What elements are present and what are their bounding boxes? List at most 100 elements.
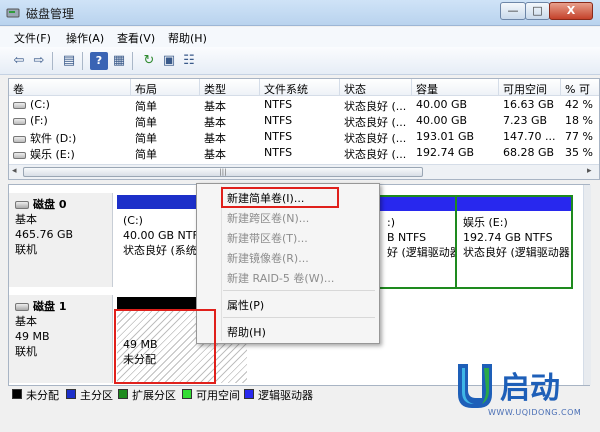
- rescan-icon[interactable]: ▣: [160, 52, 178, 70]
- partition-e[interactable]: 娱乐 (E:) 192.74 GB NTFS 状态良好 (逻辑驱动器: [455, 195, 573, 289]
- cell-capacity: 193.01 GB: [416, 130, 475, 143]
- disk-0-label[interactable]: 磁盘 0 基本 465.76 GB 联机: [9, 193, 113, 287]
- menu-item-help[interactable]: 帮助(H): [227, 324, 266, 340]
- volume-name: 娱乐 (E:): [30, 148, 75, 161]
- table-row[interactable]: 软件 (D:): [9, 129, 131, 145]
- cell-type: 基本: [204, 116, 226, 129]
- menu-help[interactable]: 帮助(H): [168, 30, 207, 46]
- cell-status: 状态良好 (...: [344, 116, 407, 129]
- menu-item-new-mirrored-volume[interactable]: 新建镜像卷(R)...: [227, 250, 309, 266]
- vertical-scrollbar[interactable]: [583, 185, 591, 385]
- partition-status: 状态良好 (逻辑驱动器: [463, 246, 570, 259]
- disk-size: 49 MB: [15, 330, 50, 343]
- cell-status: 状态良好 (...: [344, 148, 407, 161]
- partition-label: (C:): [123, 214, 143, 227]
- column-header-volume[interactable]: 卷: [9, 79, 131, 96]
- window-title: 磁盘管理: [26, 7, 75, 21]
- toolbar-separator: [52, 52, 53, 70]
- disk-icon: [15, 201, 29, 209]
- disk-icon: [15, 303, 29, 311]
- disk-type: 基本: [15, 213, 37, 226]
- column-header-type[interactable]: 类型: [200, 79, 260, 96]
- cell-status: 状态良好 (...: [344, 132, 407, 145]
- menu-item-properties[interactable]: 属性(P): [227, 297, 264, 313]
- column-header-percent-free[interactable]: % 可: [561, 79, 599, 96]
- column-header-free-space[interactable]: 可用空间: [499, 79, 561, 96]
- cell-free-space: 16.63 GB: [503, 98, 555, 111]
- partition-detail: B NTFS: [387, 231, 427, 244]
- show-hide-tree-icon[interactable]: ▤: [60, 52, 78, 70]
- maximize-button[interactable]: □: [525, 2, 550, 20]
- refresh-icon[interactable]: ↻: [140, 52, 158, 70]
- volume-name: (F:): [30, 114, 48, 127]
- partition-label: :): [387, 216, 395, 229]
- help-icon[interactable]: ?: [90, 52, 108, 70]
- logical-drive-bar: [457, 197, 571, 211]
- volume-name: 软件 (D:): [30, 132, 77, 145]
- horizontal-scrollbar[interactable]: ◂ ||| ▸: [9, 164, 599, 179]
- cell-percent-free: 18 %: [565, 114, 593, 127]
- menu-item-new-striped-volume[interactable]: 新建带区卷(T)...: [227, 230, 308, 246]
- toolbar-separator: [132, 52, 133, 70]
- disk-size: 465.76 GB: [15, 228, 74, 241]
- back-icon[interactable]: ⇦: [10, 52, 28, 70]
- cell-percent-free: 35 %: [565, 146, 593, 159]
- legend-label: 未分配: [26, 389, 59, 402]
- legend-swatch-primary: [66, 389, 76, 399]
- settings-icon[interactable]: ☷: [180, 52, 198, 70]
- disk-1-label[interactable]: 磁盘 1 基本 49 MB 联机: [9, 295, 113, 383]
- legend-label: 可用空间: [196, 389, 240, 402]
- scroll-left-arrow-icon[interactable]: ◂: [12, 166, 17, 176]
- disk-status: 联机: [15, 345, 37, 358]
- drive-icon: [13, 101, 26, 109]
- table-row[interactable]: (C:): [9, 97, 131, 113]
- partition-detail: 192.74 GB NTFS: [463, 231, 553, 244]
- column-header-status[interactable]: 状态: [340, 79, 412, 96]
- table-row[interactable]: 娱乐 (E:): [9, 145, 131, 161]
- cell-layout: 简单: [135, 148, 157, 161]
- menu-item-new-raid5-volume[interactable]: 新建 RAID-5 卷(W)...: [227, 270, 334, 286]
- toolbar-separator: [82, 52, 83, 70]
- scrollbar-thumb[interactable]: |||: [23, 167, 423, 177]
- disk-type: 基本: [15, 315, 37, 328]
- properties-icon[interactable]: ▦: [110, 52, 128, 70]
- menu-item-new-spanned-volume[interactable]: 新建跨区卷(N)...: [227, 210, 309, 226]
- disk-status: 联机: [15, 243, 37, 256]
- cell-free-space: 7.23 GB: [503, 114, 548, 127]
- column-header-layout[interactable]: 布局: [131, 79, 200, 96]
- close-button[interactable]: X: [549, 2, 593, 20]
- cell-percent-free: 42 %: [565, 98, 593, 111]
- legend-label: 扩展分区: [132, 389, 176, 402]
- highlight-new-simple-volume: [221, 187, 339, 208]
- cell-filesystem: NTFS: [264, 130, 293, 143]
- toolbar: ⇦ ⇨ ▤ ? ▦ ↻ ▣ ☷: [0, 47, 600, 75]
- cell-filesystem: NTFS: [264, 114, 293, 127]
- title-bar: 磁盘管理 — □ X: [0, 0, 600, 26]
- drive-icon: [13, 117, 26, 125]
- u-logo-icon: 启动: [458, 364, 560, 408]
- partition-status: 好 (逻辑驱动器: [387, 246, 457, 259]
- menu-file[interactable]: 文件(F): [14, 30, 51, 46]
- minimize-button[interactable]: —: [500, 2, 526, 20]
- partition-detail: 40.00 GB NTFS: [123, 229, 206, 242]
- cell-status: 状态良好 (...: [344, 100, 407, 113]
- column-header-capacity[interactable]: 容量: [412, 79, 499, 96]
- cell-percent-free: 77 %: [565, 130, 593, 143]
- legend-swatch-extended: [118, 389, 128, 399]
- partition-label: 娱乐 (E:): [463, 216, 508, 229]
- cell-free-space: 68.28 GB: [503, 146, 555, 159]
- cell-type: 基本: [204, 132, 226, 145]
- forward-icon[interactable]: ⇨: [30, 52, 48, 70]
- cell-free-space: 147.70 ...: [503, 130, 556, 143]
- legend-swatch-free-space: [182, 389, 192, 399]
- scroll-right-arrow-icon[interactable]: ▸: [587, 166, 592, 176]
- cell-layout: 简单: [135, 116, 157, 129]
- table-row[interactable]: (F:): [9, 113, 131, 129]
- menu-bar: 文件(F) 操作(A) 查看(V) 帮助(H): [0, 27, 600, 47]
- menu-view[interactable]: 查看(V): [117, 30, 155, 46]
- menu-action[interactable]: 操作(A): [66, 30, 104, 46]
- cell-capacity: 192.74 GB: [416, 146, 475, 159]
- column-header-filesystem[interactable]: 文件系统: [260, 79, 340, 96]
- cell-layout: 简单: [135, 100, 157, 113]
- drive-icon: [13, 135, 26, 143]
